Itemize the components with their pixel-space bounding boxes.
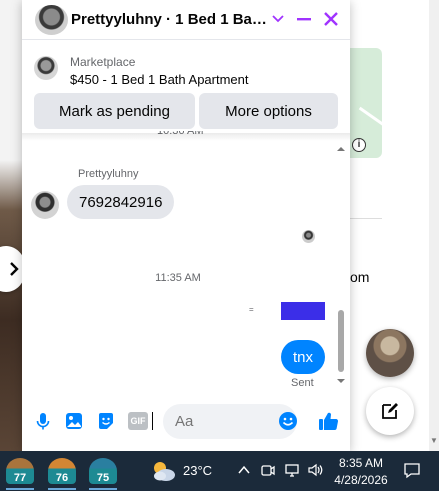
incoming-message[interactable]: 7692842916 (67, 185, 175, 219)
outgoing-message[interactable]: tnx (281, 340, 325, 374)
clock-time[interactable]: 8:35 AM (331, 456, 391, 470)
clock-date[interactable]: 4/28/2026 (331, 473, 391, 487)
seen-avatar (302, 230, 315, 243)
chevron-right-icon (10, 262, 19, 276)
minimize-icon[interactable] (294, 9, 314, 29)
mark-as-pending-button[interactable]: Mark as pending (34, 93, 195, 129)
listing-label: Marketplace (70, 55, 136, 69)
scroll-thumb[interactable] (338, 310, 344, 372)
attachment-mark: = (249, 305, 254, 314)
taskbar-app-3[interactable]: 75 (89, 458, 117, 484)
camera-icon[interactable] (260, 462, 276, 478)
sticker-icon[interactable] (96, 411, 116, 431)
compose-icon (382, 403, 398, 419)
sender-name: Prettyyluhny (78, 168, 139, 180)
sender-avatar[interactable] (31, 191, 59, 219)
listing-title: $450 - 1 Bed 1 Bath Apartment (70, 72, 249, 87)
volume-icon[interactable] (307, 462, 323, 478)
message-status: Sent (291, 377, 314, 389)
map-info-icon[interactable]: i (352, 138, 366, 152)
text-cursor (152, 412, 153, 430)
taskbar-app-2[interactable]: 76 (48, 458, 76, 484)
close-icon[interactable] (321, 9, 341, 29)
active-indicator (6, 488, 34, 490)
message-input[interactable] (163, 404, 297, 439)
avatar[interactable] (35, 5, 68, 35)
divider (350, 218, 382, 219)
background-photo-edge (0, 0, 24, 451)
background-text: om (350, 269, 370, 285)
taskbar-app-1[interactable]: 77 (6, 458, 34, 484)
redacted-block (281, 302, 325, 320)
app-badge: 75 (96, 472, 110, 484)
more-options-button[interactable]: More options (199, 93, 338, 129)
app-badge: 76 (55, 472, 69, 484)
active-indicator (48, 488, 76, 490)
microphone-icon[interactable] (33, 411, 53, 431)
app-badge: 77 (13, 472, 27, 484)
notification-icon[interactable] (403, 461, 421, 479)
chevron-up-icon[interactable] (236, 462, 252, 478)
photo-icon[interactable] (64, 411, 84, 431)
listing-thumbnail (34, 56, 58, 80)
thumbs-up-icon[interactable] (317, 410, 339, 432)
header-shadow (22, 133, 350, 141)
scroll-down-icon[interactable] (337, 377, 345, 385)
map-road (358, 106, 382, 133)
weather-cloud-sun-icon[interactable] (149, 459, 177, 483)
page-scrollbar[interactable] (429, 0, 439, 451)
network-icon[interactable] (284, 462, 300, 478)
chat-header[interactable]: Prettyyluhny · 1 Bed 1 Bath Apartment (22, 0, 350, 40)
chevron-down-icon[interactable] (269, 10, 287, 28)
chat-head-avatar[interactable] (366, 329, 414, 377)
listing-info[interactable]: Marketplace $450 - 1 Bed 1 Bath Apartmen… (22, 41, 350, 91)
temperature[interactable]: 23°C (183, 463, 212, 478)
message-composer: GIF (22, 400, 350, 444)
time-divider: 11:35 AM (155, 272, 201, 284)
scroll-up-icon[interactable] (337, 145, 345, 153)
emoji-icon[interactable] (278, 411, 298, 431)
active-indicator (89, 488, 117, 490)
page-scroll-down-icon[interactable]: ▼ (430, 436, 438, 445)
chat-title[interactable]: Prettyyluhny · 1 Bed 1 Bath Apartment (71, 11, 271, 28)
gif-icon[interactable]: GIF (128, 412, 148, 430)
chat-window: Prettyyluhny · 1 Bed 1 Bath Apartment Ma… (22, 0, 350, 451)
map-preview[interactable]: i (350, 48, 382, 158)
new-message-button[interactable] (366, 387, 414, 435)
